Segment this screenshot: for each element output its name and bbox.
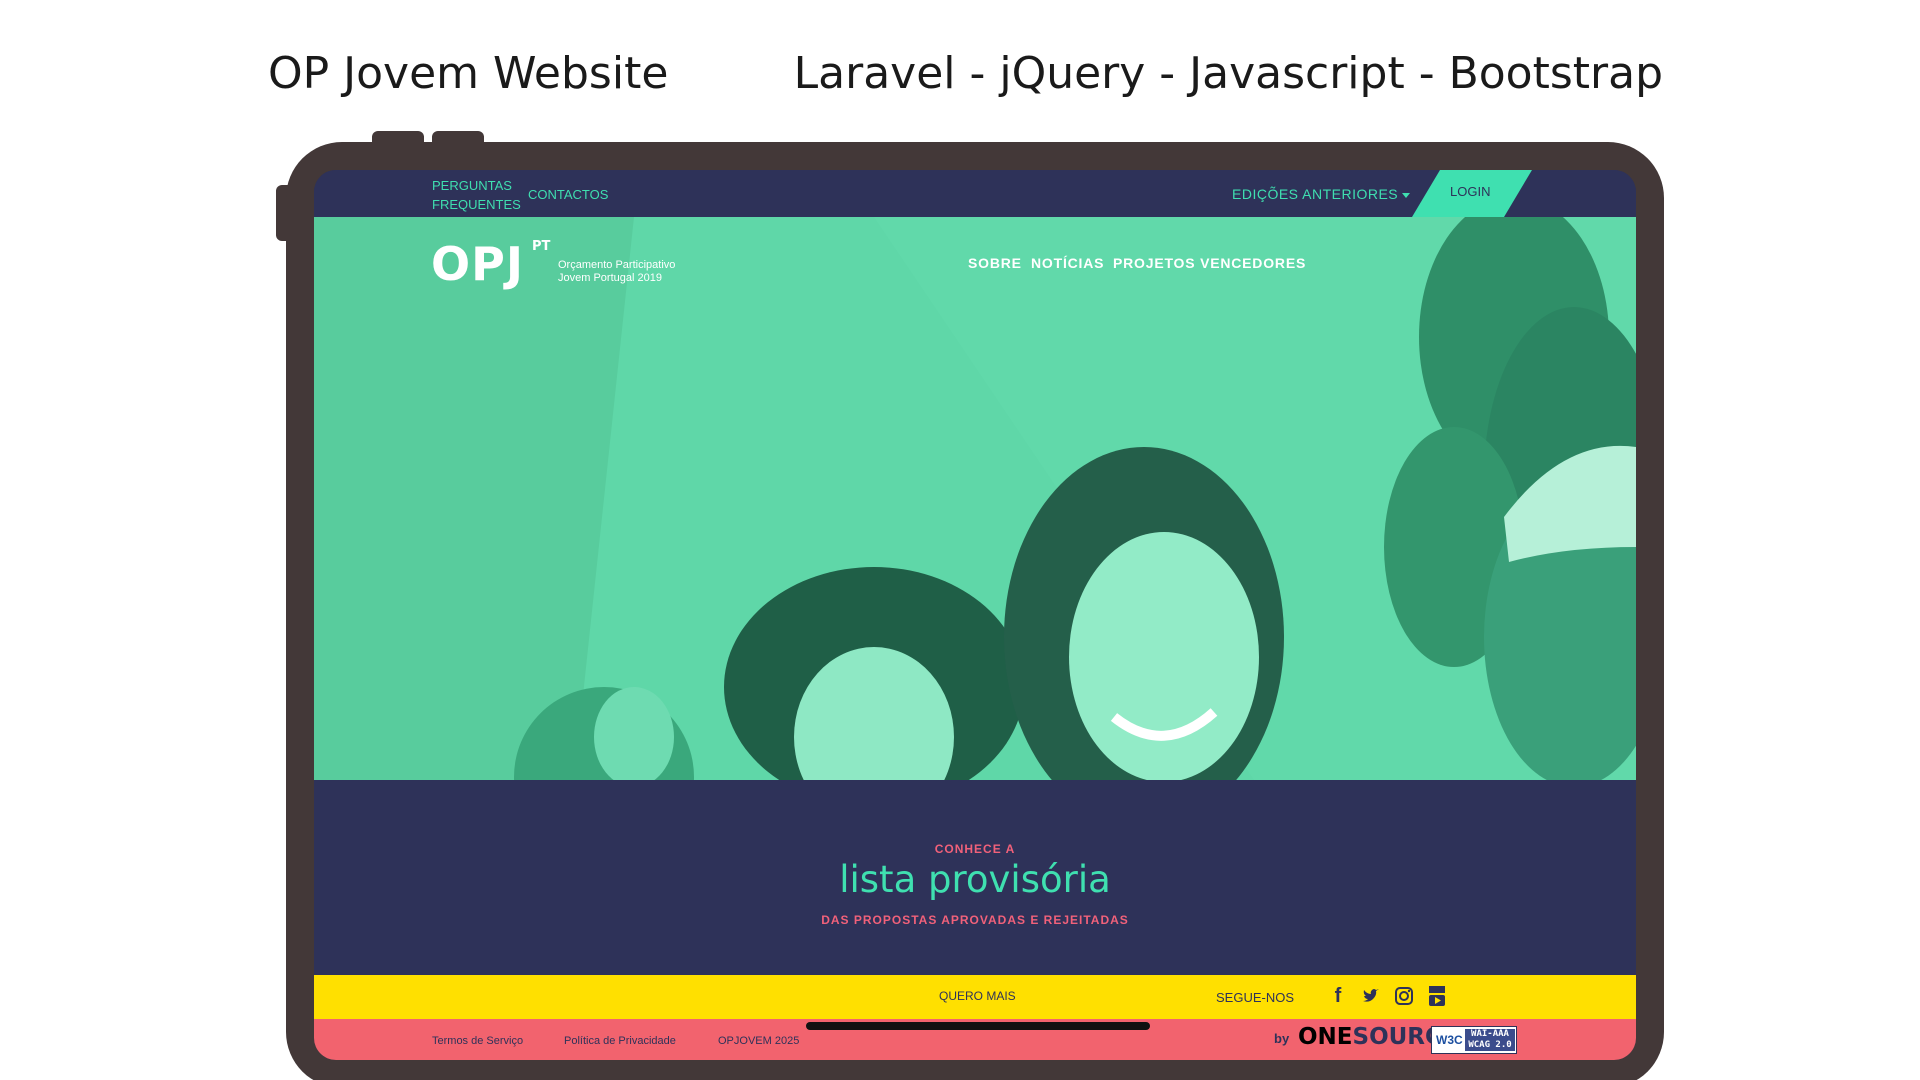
nav-item-noticias[interactable]: NOTÍCIAS bbox=[1031, 255, 1104, 271]
provisional-list-section: CONHECE A lista provisória DAS PROPOSTAS… bbox=[314, 780, 1636, 975]
login-label: LOGIN bbox=[1450, 184, 1491, 199]
provisional-list-link[interactable]: lista provisória bbox=[314, 858, 1636, 901]
w3c-level: WAI-AAA WCAG 2.0 bbox=[1465, 1029, 1515, 1051]
follow-label: SEGUE-NOS bbox=[1216, 990, 1295, 1005]
caret-down-icon bbox=[1402, 192, 1411, 198]
top-bar: PERGUNTAS FREQUENTES CONTACTOS EDIÇÕES A… bbox=[314, 170, 1636, 217]
quero-mais-link[interactable]: QUERO MAIS bbox=[939, 989, 1016, 1003]
hero-banner: OPJ PT Orçamento Participativo Jovem Por… bbox=[314, 217, 1636, 780]
w3c-logo: W3C bbox=[1436, 1033, 1463, 1047]
previous-editions-label: EDIÇÕES ANTERIORES bbox=[1232, 186, 1399, 202]
opj-logo-subtitle: Orçamento Participativo Jovem Portugal 2… bbox=[558, 259, 676, 284]
twitter-icon[interactable] bbox=[1359, 984, 1383, 1008]
faq-link[interactable]: PERGUNTAS FREQUENTES bbox=[432, 176, 522, 214]
youtube-icon[interactable] bbox=[1425, 984, 1449, 1008]
copyright-text: OPJOVEM 2025 bbox=[718, 1035, 800, 1047]
contacts-link[interactable]: CONTACTOS bbox=[528, 185, 608, 204]
privacy-link[interactable]: Política de Privacidade bbox=[564, 1035, 676, 1047]
section-subline: DAS PROPOSTAS APROVADAS E REJEITADAS bbox=[821, 913, 1129, 927]
opj-logo-pt: PT bbox=[532, 239, 551, 254]
hero-photo bbox=[314, 217, 1636, 780]
opj-logo[interactable]: OPJ bbox=[431, 237, 524, 291]
nav-item-sobre[interactable]: SOBRE bbox=[968, 255, 1022, 271]
tech-stack-caption: Laravel - jQuery - Javascript - Bootstra… bbox=[793, 48, 1663, 99]
social-strip: QUERO MAIS SEGUE-NOS f bbox=[314, 975, 1636, 1019]
section-kicker: CONHECE A bbox=[934, 842, 1016, 856]
w3c-accessibility-badge[interactable]: W3C WAI-AAA WCAG 2.0 bbox=[1431, 1026, 1517, 1054]
terms-link[interactable]: Termos de Serviço bbox=[432, 1035, 523, 1047]
by-label: by bbox=[1274, 1031, 1290, 1046]
w3c-level-line-2: WCAG 2.0 bbox=[1468, 1040, 1512, 1050]
previous-editions-dropdown[interactable]: EDIÇÕES ANTERIORES bbox=[1232, 185, 1411, 204]
tablet-screen: PERGUNTAS FREQUENTES CONTACTOS EDIÇÕES A… bbox=[314, 170, 1636, 1060]
instagram-icon[interactable] bbox=[1392, 984, 1416, 1008]
project-title-caption: OP Jovem Website bbox=[268, 48, 669, 99]
w3c-level-line-1: WAI-AAA bbox=[1471, 1029, 1509, 1039]
brand-one: ONE bbox=[1298, 1024, 1353, 1050]
nav-item-projetos-vencedores[interactable]: PROJETOS VENCEDORES bbox=[1113, 255, 1306, 271]
login-button[interactable]: LOGIN bbox=[1412, 170, 1532, 217]
facebook-icon[interactable]: f bbox=[1326, 984, 1350, 1008]
home-indicator bbox=[806, 1022, 1150, 1030]
